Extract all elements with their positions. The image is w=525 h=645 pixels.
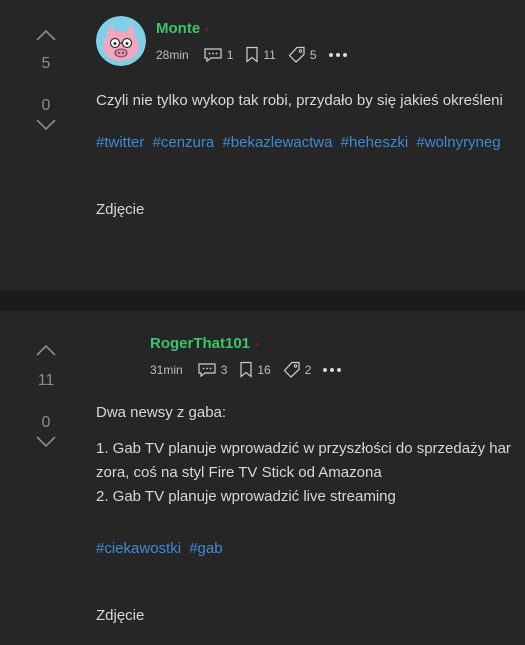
avatar[interactable] bbox=[96, 16, 146, 66]
bookmark-button[interactable]: 16 bbox=[239, 361, 271, 378]
entry-text-line: Dwa newsy z gaba: bbox=[96, 404, 227, 421]
bookmark-icon bbox=[240, 361, 252, 378]
photo-link[interactable]: Zdjęcie bbox=[96, 201, 144, 218]
comment-icon bbox=[204, 47, 222, 62]
vote-column: 5 0 bbox=[22, 28, 70, 138]
tags-count: 2 bbox=[304, 362, 312, 377]
comments-button[interactable]: 3 bbox=[197, 362, 228, 378]
entry-text-line: zora, coś na styl Fire TV Stick od Amazo… bbox=[96, 464, 382, 481]
downvote-arrow-icon[interactable] bbox=[22, 435, 70, 455]
more-options-icon[interactable] bbox=[328, 52, 350, 57]
entry-meta: 31min 3 16 2 bbox=[150, 361, 344, 378]
tags-button[interactable]: 2 bbox=[283, 361, 312, 378]
tag-link[interactable]: #bekazlewactwa bbox=[222, 134, 332, 151]
entry-time[interactable]: 31min bbox=[150, 363, 183, 377]
entry-text-line: 1. Gab TV planuje wprowadzić w przyszłoś… bbox=[96, 440, 511, 457]
tag-icon bbox=[283, 361, 300, 378]
entry-text: Dwa newsy z gaba: 1. Gab TV planuje wpro… bbox=[96, 401, 525, 509]
vote-column: 11 0 bbox=[22, 343, 70, 455]
bookmark-count: 11 bbox=[263, 47, 276, 62]
bookmark-button[interactable]: 11 bbox=[245, 46, 276, 63]
tag-link[interactable]: #ciekawostki bbox=[96, 540, 181, 557]
author-name-text[interactable]: RogerThat101 bbox=[150, 335, 250, 352]
bookmark-icon bbox=[246, 46, 258, 63]
more-options-icon[interactable] bbox=[323, 367, 344, 372]
tag-icon bbox=[288, 46, 305, 63]
tag-link[interactable]: #wolnyryneg bbox=[416, 134, 500, 151]
upvote-count: 11 bbox=[37, 372, 55, 389]
entry-time[interactable]: 28min bbox=[156, 48, 189, 62]
comments-button[interactable]: 1 bbox=[203, 47, 234, 63]
tags-count: 5 bbox=[309, 47, 317, 62]
tag-list: #twitter #cenzura #bekazlewactwa #hehesz… bbox=[96, 134, 505, 151]
downvote-count: 0 bbox=[41, 97, 51, 114]
author-name[interactable]: Monte ● bbox=[156, 20, 210, 37]
tag-list: #ciekawostki #gab bbox=[96, 540, 227, 557]
entry-text-line: 2. Gab TV planuje wprowadzić live stream… bbox=[96, 488, 396, 505]
entry-text-line: Czyli nie tylko wykop tak robi, przydało… bbox=[96, 92, 503, 109]
author-name[interactable]: RogerThat101 ● bbox=[150, 335, 259, 352]
tag-link[interactable]: #twitter bbox=[96, 134, 144, 151]
upvote-arrow-icon[interactable] bbox=[22, 343, 70, 363]
comments-count: 1 bbox=[226, 47, 234, 62]
upvote-arrow-icon[interactable] bbox=[22, 28, 70, 48]
entry-text: Czyli nie tylko wykop tak robi, przydało… bbox=[96, 89, 525, 113]
entry-card: 5 0 Monte ● 28min 1 11 5 Czyli nie tylko… bbox=[0, 0, 525, 290]
tag-link[interactable]: #cenzura bbox=[153, 134, 215, 151]
comments-count: 3 bbox=[220, 362, 228, 377]
comment-icon bbox=[198, 362, 216, 377]
tag-link[interactable]: #heheszki bbox=[341, 134, 409, 151]
upvote-count: 5 bbox=[41, 55, 51, 72]
bookmark-count: 16 bbox=[257, 362, 271, 377]
tags-button[interactable]: 5 bbox=[288, 46, 317, 63]
entry-card: 11 0 RogerThat101 ● 31min 3 16 2 Dwa news… bbox=[0, 311, 525, 645]
downvote-count: 0 bbox=[41, 414, 51, 431]
entry-meta: 28min 1 11 5 bbox=[156, 46, 350, 63]
downvote-arrow-icon[interactable] bbox=[22, 118, 70, 138]
author-name-text[interactable]: Monte bbox=[156, 20, 200, 37]
photo-link[interactable]: Zdjęcie bbox=[96, 607, 144, 624]
tag-link[interactable]: #gab bbox=[189, 540, 222, 557]
status-dot-icon: ● bbox=[204, 24, 210, 35]
status-dot-icon: ● bbox=[254, 339, 260, 350]
